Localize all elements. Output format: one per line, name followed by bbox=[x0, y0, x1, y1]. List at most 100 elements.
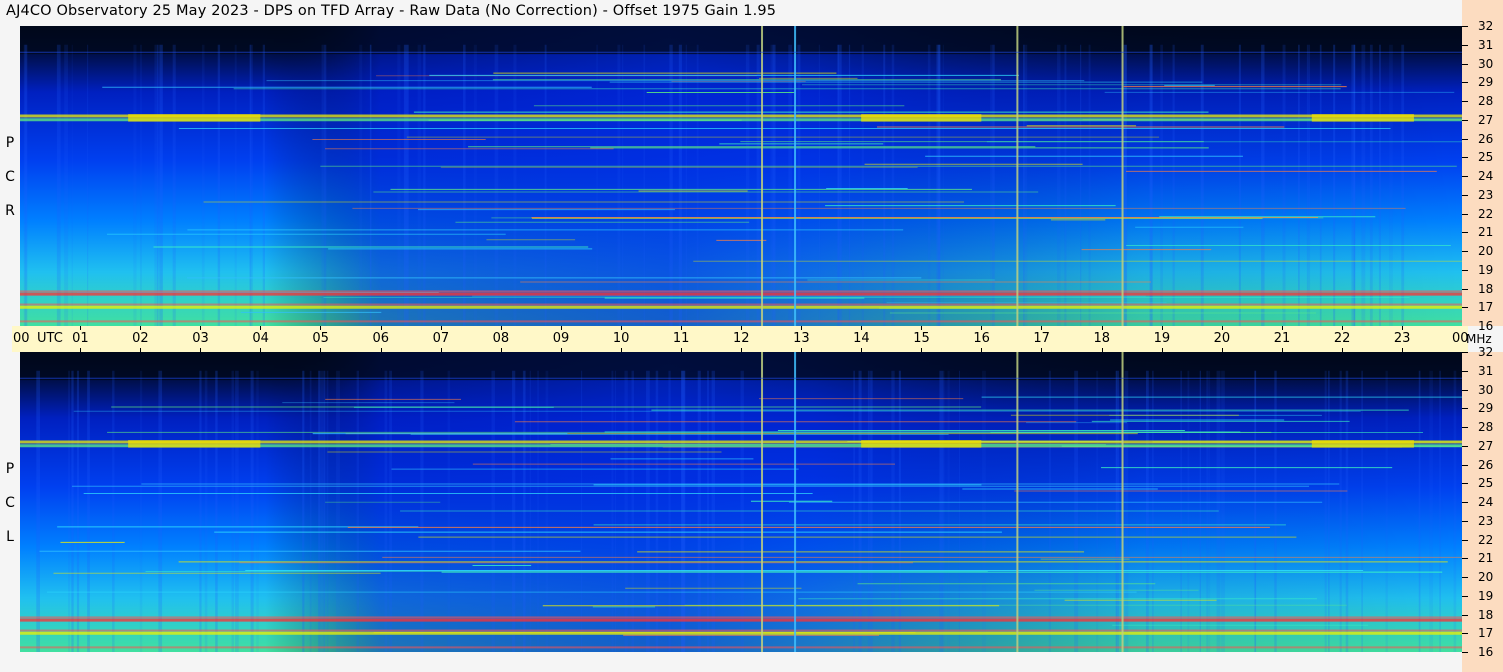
time-tick-label: 17 bbox=[1033, 331, 1050, 346]
freq-tick-label: 16 bbox=[1478, 645, 1494, 659]
noise-streak bbox=[320, 370, 324, 652]
noise-streak bbox=[861, 44, 864, 326]
noise-streak bbox=[68, 370, 71, 652]
cb-activity bbox=[128, 440, 261, 448]
noise-streak bbox=[250, 370, 254, 652]
freq-tick-label: 24 bbox=[1478, 495, 1494, 509]
freq-tick-label: 23 bbox=[1478, 513, 1494, 528]
freq-tick-label: 27 bbox=[1478, 438, 1494, 453]
lcp-spectrogram-plot bbox=[20, 352, 1462, 652]
noise-streak bbox=[1369, 44, 1373, 326]
time-tick bbox=[981, 326, 983, 330]
noise-streak bbox=[204, 370, 208, 652]
low-band-stripe bbox=[20, 616, 1462, 619]
time-tick-label: 22 bbox=[1333, 331, 1351, 346]
time-tick bbox=[140, 348, 142, 352]
freq-tick-label: 32 bbox=[1478, 345, 1494, 359]
noise-streak bbox=[158, 370, 163, 652]
time-tick bbox=[921, 348, 923, 352]
freq-tick bbox=[1462, 63, 1468, 65]
low-band-stripe bbox=[20, 646, 1462, 649]
time-axis: 00 UTC 01 02 03 04 05 06 07 08 09 10 11 12 13 14 15 16 1… bbox=[12, 326, 1469, 352]
time-tick bbox=[1221, 348, 1223, 352]
time-tick bbox=[861, 326, 863, 330]
cb-activity bbox=[1311, 440, 1414, 448]
noise-streak bbox=[1378, 44, 1381, 326]
time-tick bbox=[80, 326, 82, 330]
noise-streak bbox=[64, 44, 69, 326]
freq-tick bbox=[1462, 288, 1468, 290]
pol-letter: R bbox=[5, 203, 15, 219]
freq-tick-label: 18 bbox=[1478, 607, 1494, 622]
time-tick bbox=[440, 326, 442, 330]
noise-streak bbox=[1064, 44, 1067, 326]
noise-streak bbox=[309, 370, 312, 652]
noise-streak bbox=[1057, 44, 1061, 326]
noise-streak bbox=[990, 44, 993, 326]
time-tick bbox=[1341, 348, 1343, 352]
freq-tick-label: 16 bbox=[1478, 319, 1494, 333]
pol-letter: P bbox=[5, 461, 15, 477]
time-tick-label: 12 bbox=[733, 331, 750, 346]
noise-streak bbox=[326, 370, 329, 652]
noise-streak bbox=[87, 370, 90, 652]
time-tick bbox=[1281, 348, 1283, 352]
noise-streak bbox=[36, 370, 41, 652]
freq-tick bbox=[1462, 520, 1468, 522]
time-tick-label: 14 bbox=[853, 331, 870, 346]
freq-tick-label: 31 bbox=[1478, 363, 1494, 378]
freq-tick-label: 21 bbox=[1478, 551, 1494, 566]
time-tick-label: 20 bbox=[1213, 331, 1231, 346]
freq-tick-label: 31 bbox=[1478, 37, 1494, 52]
rcp-frequency-axis: 32 31 30 29 28 27 26 25 24 23 22 21 20 19 18 17 16 bbox=[1462, 0, 1503, 332]
time-tick bbox=[200, 348, 202, 352]
time-tick bbox=[620, 348, 622, 352]
freq-tick-label: 24 bbox=[1478, 169, 1494, 183]
time-tick bbox=[500, 348, 502, 352]
freq-tick bbox=[1462, 633, 1468, 635]
noise-streak bbox=[927, 44, 931, 326]
noise-streak bbox=[215, 370, 218, 652]
time-tick-label: 21 bbox=[1273, 331, 1291, 346]
noise-streak bbox=[848, 44, 851, 326]
freq-tick-label: 20 bbox=[1478, 244, 1494, 258]
time-tick bbox=[80, 348, 82, 352]
noise-streak bbox=[1439, 370, 1441, 652]
time-tick-label: 10 bbox=[612, 331, 630, 346]
freq-tick bbox=[1462, 269, 1468, 271]
noise-streak bbox=[1023, 44, 1025, 326]
noise-streak bbox=[942, 44, 944, 326]
pol-letter: L bbox=[6, 529, 14, 545]
lcp-side: P C L bbox=[0, 352, 20, 652]
noise-streak bbox=[745, 44, 750, 326]
time-tick-label: 02 bbox=[132, 331, 149, 346]
noise-streak bbox=[139, 370, 143, 652]
noise-streak bbox=[797, 44, 801, 326]
freq-tick-label: 25 bbox=[1478, 476, 1494, 491]
time-tick bbox=[1041, 348, 1043, 352]
time-tick bbox=[801, 348, 803, 352]
time-tick bbox=[380, 348, 382, 352]
low-band-stripe bbox=[20, 303, 1462, 306]
noise-streak bbox=[1080, 44, 1082, 326]
time-tick bbox=[1161, 348, 1163, 352]
noise-streak bbox=[1255, 370, 1257, 652]
noise-streak bbox=[883, 44, 886, 326]
freq-tick-label: 17 bbox=[1478, 626, 1494, 641]
time-tick bbox=[380, 326, 382, 330]
time-tick-label: 03 bbox=[192, 331, 209, 346]
time-tick bbox=[500, 326, 502, 330]
freq-tick bbox=[1462, 307, 1468, 309]
noise-streak bbox=[643, 44, 646, 326]
time-tick-label: 11 bbox=[672, 331, 690, 346]
bright-band bbox=[20, 292, 1462, 296]
freq-tick-label: 19 bbox=[1478, 588, 1494, 603]
freq-tick bbox=[1462, 427, 1468, 428]
freq-tick bbox=[1462, 251, 1468, 252]
time-tick bbox=[560, 326, 562, 330]
freq-tick bbox=[1462, 138, 1468, 140]
time-tick bbox=[921, 326, 923, 330]
pol-letter: P bbox=[5, 135, 15, 151]
noise-streak bbox=[1221, 370, 1225, 652]
noise-streak bbox=[1361, 370, 1363, 652]
